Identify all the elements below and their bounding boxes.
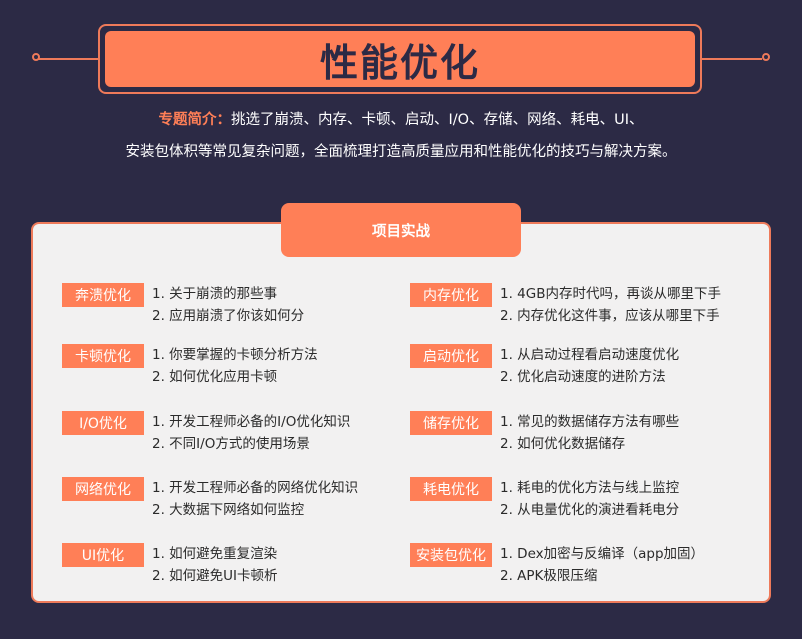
topic-line-2: 2. 大数据下网络如何监控 — [152, 502, 305, 518]
header-circle-left — [32, 53, 40, 61]
topic-badge: 储存优化 — [410, 411, 492, 435]
topic-line-1: 1. 开发工程师必备的I/O优化知识 — [152, 414, 351, 430]
header-line-right — [702, 58, 762, 60]
topic-badge: 安装包优化 — [410, 543, 492, 567]
topic-badge: 内存优化 — [410, 283, 492, 307]
topic-badge: 奔溃优化 — [62, 283, 144, 307]
topic-line-2: 2. 优化启动速度的进阶方法 — [500, 369, 666, 385]
topic-line-2: 2. APK极限压缩 — [500, 568, 598, 584]
title-banner: 性能优化 — [105, 31, 695, 87]
header-circle-right — [762, 53, 770, 61]
topic-line-2: 2. 不同I/O方式的使用场景 — [152, 436, 310, 452]
topic-line-1: 1. 如何避免重复渲染 — [152, 546, 278, 562]
topic-line-2: 2. 如何优化数据储存 — [500, 436, 626, 452]
intro-label: 专题简介： — [158, 112, 232, 128]
intro-text-2: 安装包体积等常见复杂问题，全面梳理打造高质量应用和性能优化的技巧与解决方案。 — [125, 144, 677, 160]
topic-line-1: 1. 4GB内存时代吗，再谈从哪里下手 — [500, 286, 721, 302]
topic-line-2: 2. 如何优化应用卡顿 — [152, 369, 278, 385]
topic-badge: 耗电优化 — [410, 477, 492, 501]
topic-line-1: 1. 常见的数据储存方法有哪些 — [500, 414, 680, 430]
topic-badge: UI优化 — [62, 543, 144, 567]
topic-line-2: 2. 如何避免UI卡顿析 — [152, 568, 278, 584]
topic-line-1: 1. 耗电的优化方法与线上监控 — [500, 480, 680, 496]
topic-line-2: 2. 从电量优化的演进看耗电分 — [500, 502, 680, 518]
topic-line-1: 1. 你要掌握的卡顿分析方法 — [152, 347, 318, 363]
panel-tab: 项目实战 — [281, 203, 521, 257]
panel-tab-label: 项目实战 — [372, 223, 430, 240]
header-line-left — [38, 58, 98, 60]
topic-badge: 网络优化 — [62, 477, 144, 501]
topic-badge: 卡顿优化 — [62, 344, 144, 368]
intro-line-2: 安装包体积等常见复杂问题，全面梳理打造高质量应用和性能优化的技巧与解决方案。 — [0, 140, 802, 161]
topic-line-1: 1. 从启动过程看启动速度优化 — [500, 347, 680, 363]
topic-badge: 启动优化 — [410, 344, 492, 368]
page-title: 性能优化 — [319, 40, 480, 85]
topic-line-2: 2. 内存优化这件事，应该从哪里下手 — [500, 308, 720, 324]
topic-line-1: 1. 关于崩溃的那些事 — [152, 286, 278, 302]
intro-text-1: 挑选了崩溃、内存、卡顿、启动、I/O、存储、网络、耗电、UI、 — [231, 112, 644, 128]
topic-badge: I/O优化 — [62, 411, 144, 435]
topic-line-1: 1. 开发工程师必备的网络优化知识 — [152, 480, 359, 496]
intro-line-1: 专题简介：挑选了崩溃、内存、卡顿、启动、I/O、存储、网络、耗电、UI、 — [0, 108, 802, 129]
topic-line-2: 2. 应用崩溃了你该如何分 — [152, 308, 305, 324]
topic-line-1: 1. Dex加密与反编译（app加固） — [500, 546, 705, 562]
